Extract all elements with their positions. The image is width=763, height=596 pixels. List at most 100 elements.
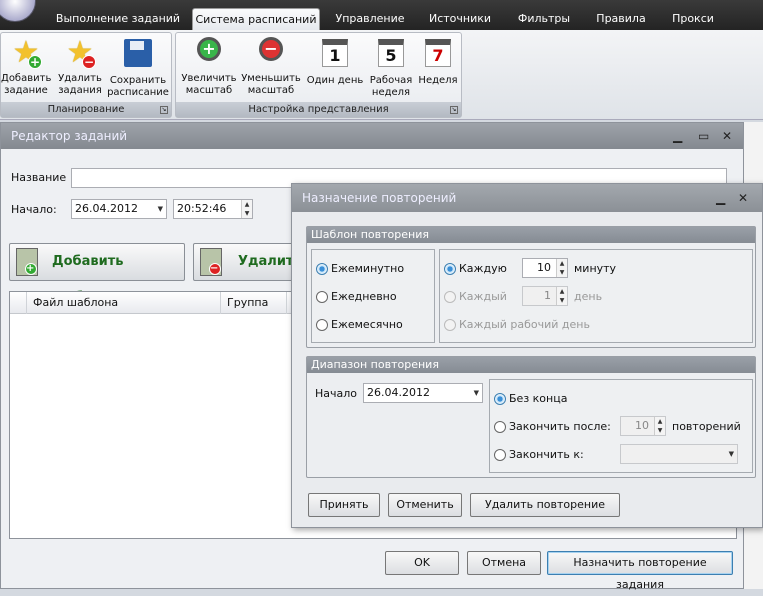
- zoom-out-button[interactable]: − Уменьшить масштаб: [240, 37, 302, 97]
- add-task-label-1: Добавить: [1, 73, 52, 84]
- tab-filters[interactable]: Фильтры: [506, 8, 582, 30]
- zoom-in-button[interactable]: + Увеличить масштаб: [178, 37, 240, 97]
- radio-end-by[interactable]: Закончить к:: [494, 448, 584, 462]
- close-icon[interactable]: ✕: [722, 123, 732, 149]
- clipboard-remove-icon: −: [200, 248, 222, 276]
- delete-tasks-label-2: задания: [58, 85, 102, 96]
- add-templates-button[interactable]: + Добавить шаблоны: [9, 243, 185, 305]
- delete-recurrence-button[interactable]: Удалить повторение: [470, 493, 620, 517]
- calendar-week-icon: 7: [425, 39, 451, 67]
- recurrence-range-group: Диапазон повторения Начало 26.04.2012 Бе…: [306, 356, 756, 478]
- recurrence-pattern-caption: Шаблон повторения: [307, 227, 755, 243]
- frequency-panel: Ежеминутно Ежедневно Ежемесячно: [311, 249, 435, 343]
- calendar-workweek-icon: 5: [378, 39, 404, 67]
- accept-button[interactable]: Принять: [308, 493, 380, 517]
- save-schedule-label-1: Сохранить: [109, 75, 167, 86]
- zoom-out-label-1: Уменьшить: [241, 73, 301, 84]
- name-label: Название: [11, 171, 67, 184]
- radio-minutely[interactable]: Ежеминутно: [316, 262, 404, 276]
- floppy-disk-icon: [124, 39, 152, 67]
- radio-every[interactable]: Каждую: [444, 262, 507, 276]
- radio-each-workday[interactable]: Каждый рабочий день: [444, 318, 590, 332]
- end-after-value: 10: [635, 419, 649, 432]
- zoom-out-label-2: масштаб: [247, 85, 295, 96]
- tab-sources[interactable]: Источники: [420, 8, 500, 30]
- column-template-file[interactable]: Файл шаблона: [26, 292, 220, 314]
- end-options-panel: Без конца Закончить после: 10 ▲ ▼ повторе…: [489, 379, 753, 473]
- every-unit-label: минуту: [574, 262, 617, 275]
- ok-button[interactable]: OK: [385, 551, 459, 575]
- zoom-out-icon: −: [259, 37, 283, 61]
- end-after-unit-label: повторений: [672, 420, 741, 433]
- radio-each[interactable]: Каждый: [444, 290, 507, 304]
- start-label: Начало:: [11, 203, 57, 216]
- spinner-arrows-icon[interactable]: ▲ ▼: [556, 287, 567, 305]
- radio-no-end[interactable]: Без конца: [494, 392, 567, 406]
- group-caption-planning: Планирование: [1, 102, 171, 117]
- tab-proxy[interactable]: Прокси: [660, 8, 726, 30]
- add-task-button[interactable]: ★ + Добавить задание: [1, 37, 51, 97]
- end-after-spinner[interactable]: 10 ▲ ▼: [620, 416, 666, 436]
- radio-end-after[interactable]: Закончить после:: [494, 420, 611, 434]
- zoom-in-label-1: Увеличить: [181, 73, 237, 84]
- start-time-value: 20:52:46: [177, 202, 227, 215]
- ribbon-group-planning: ★ + Добавить задание ★ − Удалить задания С…: [0, 32, 172, 118]
- range-start-date-picker[interactable]: 26.04.2012: [363, 383, 483, 403]
- maximize-icon[interactable]: ▭: [698, 123, 709, 149]
- save-schedule-label-2: расписание: [107, 87, 169, 98]
- minimize-icon[interactable]: ▁: [673, 123, 682, 149]
- tab-management[interactable]: Управление: [328, 8, 412, 30]
- plus-badge-icon: +: [28, 55, 42, 69]
- start-date-picker[interactable]: 26.04.2012: [71, 199, 167, 219]
- recurrence-range-caption: Диапазон повторения: [307, 357, 755, 373]
- save-schedule-button[interactable]: Сохранить расписание: [107, 37, 169, 99]
- column-group[interactable]: Группа: [220, 292, 286, 314]
- recurrence-title: Назначение повторений: [292, 184, 762, 212]
- task-editor-title: Редактор заданий: [1, 123, 743, 149]
- each-unit-label: день: [574, 290, 603, 303]
- zoom-in-label-2: масштаб: [185, 85, 233, 96]
- grid-selector-column: [10, 292, 26, 314]
- delete-tasks-button[interactable]: ★ − Удалить задания: [55, 37, 105, 97]
- add-task-label-2: задание: [4, 85, 48, 96]
- spinner-arrows-icon[interactable]: ▲ ▼: [556, 259, 567, 277]
- tab-scheduling-system[interactable]: Система расписаний: [192, 8, 320, 30]
- tab-task-execution[interactable]: Выполнение заданий: [52, 8, 184, 30]
- calendar-day-icon: 1: [322, 39, 348, 67]
- remove-templates-button[interactable]: − Удалить: [193, 243, 303, 281]
- tab-rules[interactable]: Правила: [588, 8, 654, 30]
- one-day-view-button[interactable]: 1 Один день: [304, 37, 366, 87]
- one-day-label: Один день: [306, 75, 364, 86]
- zoom-in-icon: +: [197, 37, 221, 61]
- every-minutes-spinner[interactable]: 10 ▲ ▼: [522, 258, 568, 278]
- work-week-view-button[interactable]: 5 Рабочая неделя: [364, 37, 418, 99]
- radio-monthly[interactable]: Ежемесячно: [316, 318, 403, 332]
- clipboard-add-icon: +: [16, 248, 38, 276]
- group-caption-view-settings: Настройка представления: [176, 102, 461, 117]
- end-by-date-picker[interactable]: [620, 444, 738, 464]
- work-week-label-1: Рабочая: [369, 75, 413, 86]
- close-icon[interactable]: ✕: [738, 185, 748, 211]
- minimize-icon[interactable]: ▁: [716, 185, 725, 211]
- work-week-label-2: неделя: [371, 87, 411, 98]
- cancel-button[interactable]: Отмена: [467, 551, 541, 575]
- week-view-button[interactable]: 7 Неделя: [416, 37, 460, 87]
- start-time-spinner[interactable]: 20:52:46 ▲ ▼: [173, 199, 253, 219]
- every-minutes-value: 10: [537, 261, 551, 274]
- dialog-launcher-icon[interactable]: ↘: [160, 106, 168, 114]
- week-label: Неделя: [418, 75, 458, 86]
- spinner-arrows-icon[interactable]: ▲ ▼: [654, 417, 665, 435]
- cancel-recurrence-button[interactable]: Отменить: [388, 493, 462, 517]
- each-days-value: 1: [544, 289, 551, 302]
- recurrence-pattern-group: Шаблон повторения Ежеминутно Ежедневно Е…: [306, 226, 756, 348]
- delete-tasks-label-1: Удалить: [58, 73, 102, 84]
- spinner-arrows-icon[interactable]: ▲ ▼: [241, 200, 252, 218]
- radio-daily[interactable]: Ежедневно: [316, 290, 397, 304]
- each-days-spinner[interactable]: 1 ▲ ▼: [522, 286, 568, 306]
- recurrence-dialog: Назначение повторений ▁ ✕ Шаблон повторе…: [291, 183, 763, 528]
- dialog-launcher-icon[interactable]: ↘: [450, 106, 458, 114]
- minus-badge-icon: −: [82, 55, 96, 69]
- assign-recurrence-button[interactable]: Назначить повторение задания: [547, 551, 733, 591]
- ribbon-group-view-settings: + Увеличить масштаб − Уменьшить масштаб …: [175, 32, 462, 118]
- range-start-label: Начало: [315, 387, 358, 400]
